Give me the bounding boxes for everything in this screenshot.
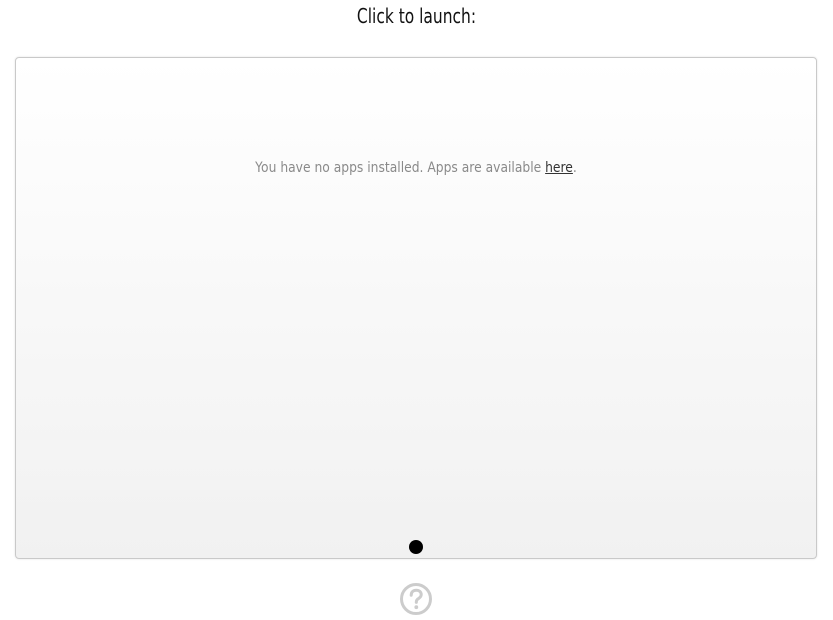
help-icon[interactable] — [399, 582, 433, 616]
page: Click to launch: You have no apps instal… — [0, 0, 833, 620]
page-title: Click to launch: — [356, 4, 477, 28]
empty-state-message: You have no apps installed. Apps are ava… — [64, 160, 768, 176]
page-indicator-dot[interactable] — [409, 540, 423, 554]
app-launcher-panel: You have no apps installed. Apps are ava… — [15, 57, 817, 559]
empty-state-period: . — [572, 160, 577, 176]
apps-available-link[interactable]: here — [545, 160, 573, 176]
empty-state-text: You have no apps installed. Apps are ava… — [255, 160, 546, 176]
